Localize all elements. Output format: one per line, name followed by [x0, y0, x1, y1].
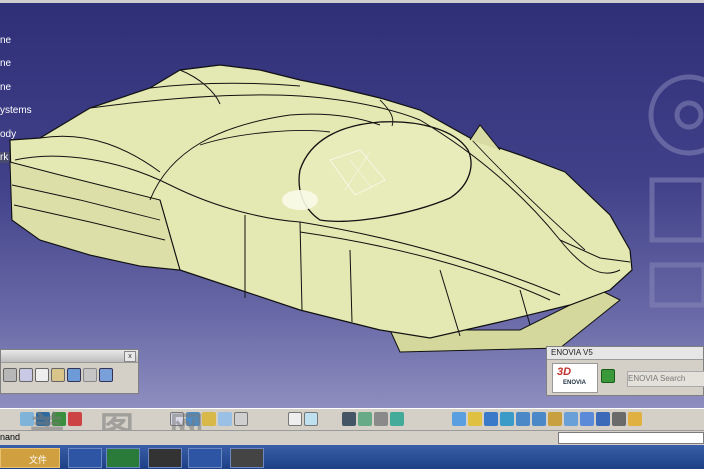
- command-input[interactable]: [558, 432, 704, 444]
- undo-icon[interactable]: [67, 368, 81, 382]
- link-icon[interactable]: [390, 412, 404, 426]
- enovia-logo-prefix: 3D: [557, 366, 572, 378]
- zoom-in-icon[interactable]: [516, 412, 530, 426]
- formula-icon[interactable]: [288, 412, 302, 426]
- print-icon[interactable]: [3, 368, 17, 382]
- copy-icon[interactable]: [35, 368, 49, 382]
- multi-view-icon[interactable]: [564, 412, 578, 426]
- enovia-field-text: ENOVIA Search: [628, 374, 686, 383]
- enovia-logo-text: ENOVIA: [563, 380, 587, 386]
- taskbar-app-icon[interactable]: [188, 448, 222, 468]
- compass-icon[interactable]: [644, 70, 704, 330]
- enovia-title: ENOVIA V5: [551, 348, 593, 357]
- redo-icon[interactable]: [83, 368, 97, 382]
- enovia-window[interactable]: ENOVIA V5 3D ENOVIA ENOVIA Search: [546, 346, 704, 396]
- taskbar-app-icon[interactable]: [68, 448, 102, 468]
- comment-icon[interactable]: [304, 412, 318, 426]
- shading-icon[interactable]: [596, 412, 610, 426]
- whats-this-icon[interactable]: [99, 368, 113, 382]
- taskbar-button-label: 文件: [29, 455, 48, 465]
- enovia-logo-button[interactable]: 3D ENOVIA: [552, 363, 598, 393]
- rotate-icon[interactable]: [500, 412, 514, 426]
- catalog-icon[interactable]: [218, 412, 232, 426]
- command-bar: nand: [0, 430, 704, 446]
- taskbar-app-icon[interactable]: [148, 448, 182, 468]
- command-label: nand: [0, 432, 21, 442]
- standard-toolbar-window[interactable]: x: [0, 349, 139, 394]
- table-icon[interactable]: [342, 412, 356, 426]
- taskbar-button[interactable]: 文件: [0, 448, 60, 468]
- swap-icon[interactable]: [628, 412, 642, 426]
- fit-all-icon[interactable]: [468, 412, 482, 426]
- clear-icon[interactable]: [234, 412, 248, 426]
- windows-taskbar: 文件: [0, 445, 704, 469]
- view-toolbar: [452, 412, 642, 426]
- cut-icon[interactable]: [19, 368, 33, 382]
- enovia-search-field[interactable]: ENOVIA Search: [627, 371, 704, 387]
- lock-icon[interactable]: [374, 412, 388, 426]
- enovia-title-bar[interactable]: ENOVIA V5: [547, 347, 703, 360]
- tree-icon[interactable]: [358, 412, 372, 426]
- standard-toolbar: [3, 368, 113, 382]
- pan-icon[interactable]: [484, 412, 498, 426]
- toolbar-title-bar[interactable]: x: [1, 350, 138, 363]
- enovia-search-icon[interactable]: [601, 369, 615, 383]
- hide-show-icon[interactable]: [612, 412, 626, 426]
- knowledge-toolbar: [288, 412, 318, 426]
- taskbar-app-icon[interactable]: [230, 448, 264, 468]
- close-icon[interactable]: x: [124, 351, 136, 362]
- normal-view-icon[interactable]: [548, 412, 562, 426]
- fly-icon[interactable]: [452, 412, 466, 426]
- zoom-out-icon[interactable]: [532, 412, 546, 426]
- product-toolbar: [342, 412, 404, 426]
- paste-icon[interactable]: [51, 368, 65, 382]
- taskbar-app-icon[interactable]: [106, 448, 140, 468]
- iso-view-icon[interactable]: [580, 412, 594, 426]
